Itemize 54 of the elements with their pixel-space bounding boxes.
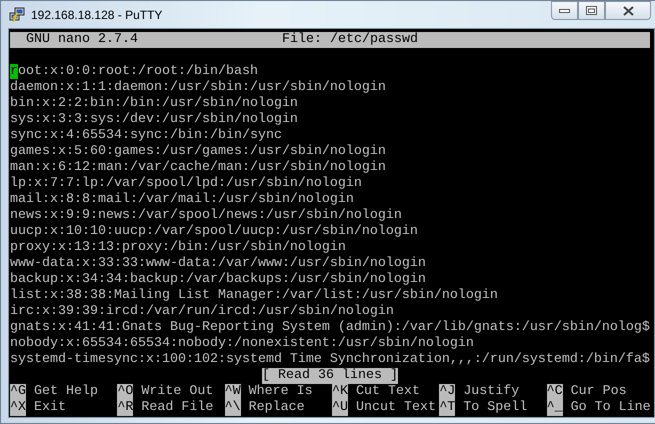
status-message: [ Read 36 lines ] <box>262 368 398 384</box>
shortcut-key: ^G <box>10 384 26 400</box>
editor-name: GNU nano 2.7.4 <box>26 32 139 48</box>
shortcut-label: Cur Pos <box>570 384 627 400</box>
text-line: sys:x:3:3:sys:/dev:/usr/sbin/nologin <box>10 112 298 128</box>
text-line: proxy:x:13:13:proxy:/bin:/usr/sbin/nologin <box>10 240 346 256</box>
shortcut-label: Exit <box>34 400 66 416</box>
shortcut-key: ^\ <box>224 400 241 416</box>
maximize-button[interactable] <box>578 1 605 20</box>
text-line: root:x:0:0:root:/root:/bin/bash <box>10 64 258 80</box>
terminal-computer-icon <box>9 6 25 22</box>
minimize-button[interactable] <box>551 1 578 20</box>
text-line: man:x:6:12:man:/var/cache/man:/usr/sbin/nologin <box>10 160 386 176</box>
shortcut-label: Write Out <box>141 384 214 400</box>
shortcut-label: Get Help <box>34 384 98 400</box>
shortcut-key: ^O <box>117 384 134 400</box>
text-line: irc:x:39:39:ircd:/var/run/ircd:/usr/sbin/nologin <box>10 304 394 320</box>
shortcut-key: ^_ <box>546 400 563 416</box>
shortcut-label: Cut Text <box>356 384 420 400</box>
text-line: sync:x:4:65534:sync:/bin:/bin/sync <box>10 128 282 144</box>
shortcut-key: ^K <box>332 384 348 400</box>
file-name: File: /etc/passwd <box>282 32 418 48</box>
shortcut-key: ^U <box>332 400 348 416</box>
minimize-icon <box>559 8 570 12</box>
text-line: backup:x:34:34:backup:/var/backups:/usr/sbin/nologin <box>10 272 426 288</box>
shortcut-key: ^C <box>546 384 563 400</box>
maximize-icon <box>586 6 597 15</box>
shortcut-label: To Spell <box>463 400 528 416</box>
shortcut-key: ^W <box>224 384 241 400</box>
shortcut-key: ^X <box>10 400 26 416</box>
shortcut-key: ^R <box>117 400 134 416</box>
text-line: news:x:9:9:news:/var/spool/news:/usr/sbin/nologin <box>10 208 402 224</box>
shortcut-label: Where Is <box>248 384 313 400</box>
text-line: games:x:5:60:games:/usr/games:/usr/sbin/nologin <box>10 144 386 160</box>
text-line: lp:x:7:7:lp:/var/spool/lpd:/usr/sbin/nologin <box>10 176 362 192</box>
shortcut-label: Justify <box>463 384 520 400</box>
shortcut-label: Uncut Text <box>356 400 436 416</box>
close-icon <box>622 6 634 16</box>
text-line: www-data:x:33:33:www-data:/var/www:/usr/sbin/nologin <box>10 256 426 272</box>
text-line: systemd-timesync:x:100:102:systemd Time Synchronization,,,:/run/systemd:/bin/fa$ <box>10 352 650 368</box>
close-button[interactable] <box>605 1 651 20</box>
shortcut-label: Read File <box>141 400 214 416</box>
text-line: bin:x:2:2:bin:/bin:/usr/sbin/nologin <box>10 96 298 112</box>
text-line: mail:x:8:8:mail:/var/mail:/usr/sbin/nologin <box>10 192 354 208</box>
text-line: list:x:38:38:Mailing List Manager:/var/list:/usr/sbin/nologin <box>10 288 498 304</box>
text-line: gnats:x:41:41:Gnats Bug-Reporting System (admin):/var/lib/gnats:/usr/sbin/nolog$ <box>10 320 650 336</box>
text-line: uucp:x:10:10:uucp:/var/spool/uucp:/usr/sbin/nologin <box>10 224 418 240</box>
window-title: 192.168.18.128 - PuTTY <box>31 8 162 22</box>
shortcut-label: Go To Line <box>570 400 651 416</box>
shortcut-key: ^T <box>439 400 456 416</box>
text-line: nobody:x:65534:65534:nobody:/nonexistent:/usr/sbin/nologin <box>10 336 474 352</box>
shortcut-key: ^J <box>439 384 456 400</box>
shortcut-label: Replace <box>248 400 305 416</box>
text-line: daemon:x:1:1:daemon:/usr/sbin:/usr/sbin/nologin <box>10 80 386 96</box>
